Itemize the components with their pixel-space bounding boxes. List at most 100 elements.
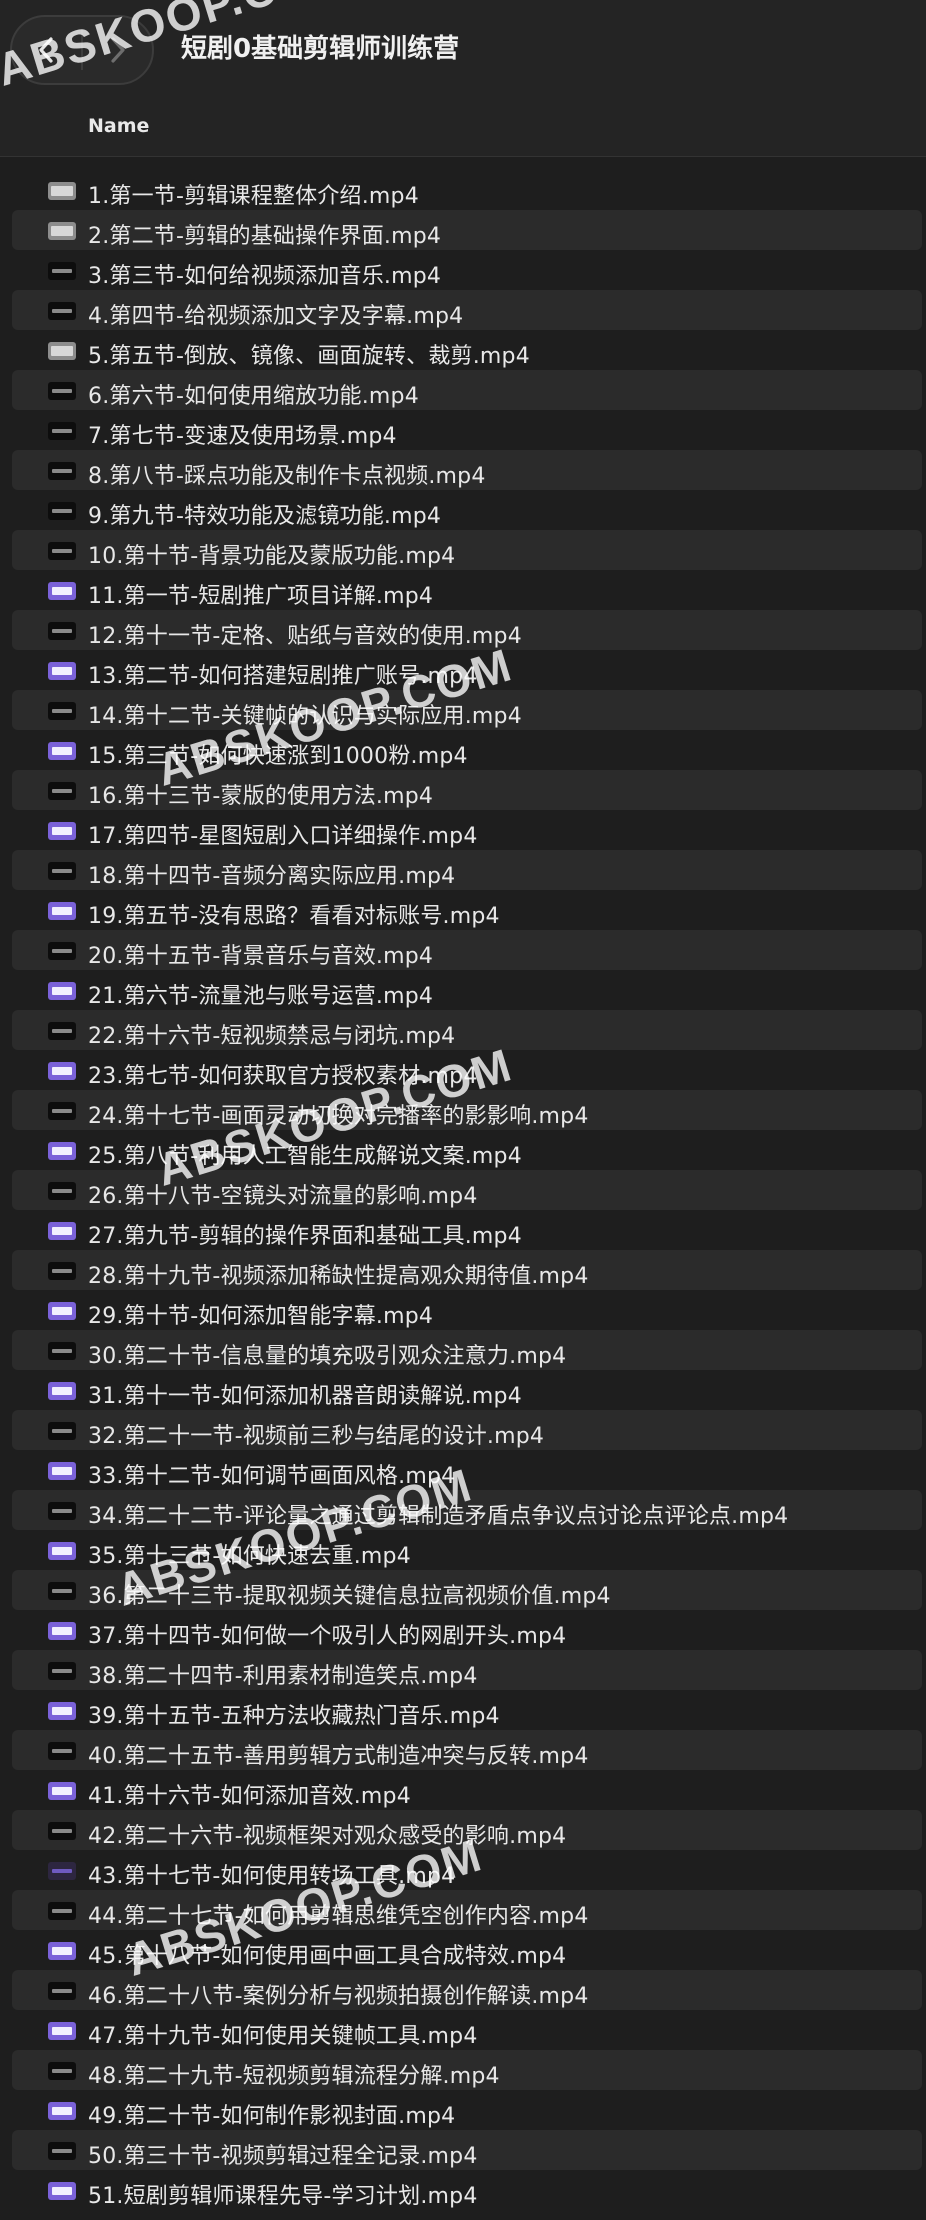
file-row[interactable]: 18.第十四节-音频分离实际应用.mp4 — [12, 850, 922, 890]
file-row[interactable]: 31.第十一节-如何添加机器音朗读解说.mp4 — [12, 1370, 922, 1410]
file-row[interactable]: 35.第十三节-如何快速去重.mp4 — [12, 1530, 922, 1570]
video-thumbnail-icon — [48, 742, 76, 760]
video-thumbnail-icon — [48, 1342, 76, 1360]
video-thumbnail-icon — [48, 1142, 76, 1160]
file-row[interactable]: 30.第二十节-信息量的填充吸引观众注意力.mp4 — [12, 1330, 922, 1370]
file-row[interactable]: 24.第十七节-画面灵动切换对完播率的影影响.mp4 — [12, 1090, 922, 1130]
file-row[interactable]: 26.第十八节-空镜头对流量的影响.mp4 — [12, 1170, 922, 1210]
file-name: 10.第十节-背景功能及蒙版功能.mp4 — [88, 544, 456, 569]
file-row[interactable]: 23.第七节-如何获取官方授权素材.mp4 — [12, 1050, 922, 1090]
file-row[interactable]: 48.第二十九节-短视频剪辑流程分解.mp4 — [12, 2050, 922, 2090]
file-row[interactable]: 12.第十一节-定格、贴纸与音效的使用.mp4 — [12, 610, 922, 650]
file-name: 9.第九节-特效功能及滤镜功能.mp4 — [88, 504, 442, 529]
video-thumbnail-icon — [48, 1462, 76, 1480]
video-thumbnail-icon — [48, 1902, 76, 1920]
video-thumbnail-icon — [48, 1502, 76, 1520]
file-row[interactable]: 47.第十九节-如何使用关键帧工具.mp4 — [12, 2010, 922, 2050]
file-row[interactable]: 32.第二十一节-视频前三秒与结尾的设计.mp4 — [12, 1410, 922, 1450]
file-row[interactable]: 41.第十六节-如何添加音效.mp4 — [12, 1770, 922, 1810]
file-name: 15.第三节-如何快速涨到1000粉.mp4 — [88, 744, 468, 769]
video-thumbnail-icon — [48, 1062, 76, 1080]
video-thumbnail-icon — [48, 222, 76, 240]
file-row[interactable]: 50.第三十节-视频剪辑过程全记录.mp4 — [12, 2130, 922, 2170]
video-thumbnail-icon — [48, 502, 76, 520]
file-row[interactable]: 14.第十二节-关键帧的认识与实际应用.mp4 — [12, 690, 922, 730]
back-button[interactable] — [12, 17, 81, 83]
file-name: 34.第二十二节-评论量之通过剪辑制造矛盾点争议点讨论点评论点.mp4 — [88, 1504, 789, 1529]
file-row[interactable]: 42.第二十六节-视频框架对观众感受的影响.mp4 — [12, 1810, 922, 1850]
file-name: 16.第十三节-蒙版的使用方法.mp4 — [88, 784, 434, 809]
column-header-name[interactable]: Name — [88, 115, 149, 137]
file-name: 5.第五节-倒放、镜像、画面旋转、裁剪.mp4 — [88, 344, 530, 369]
file-row[interactable]: 13.第二节-如何搭建短剧推广账号.mp4 — [12, 650, 922, 690]
file-name: 8.第八节-踩点功能及制作卡点视频.mp4 — [88, 464, 486, 489]
file-row[interactable]: 40.第二十五节-善用剪辑方式制造冲突与反转.mp4 — [12, 1730, 922, 1770]
video-thumbnail-icon — [48, 822, 76, 840]
file-row[interactable]: 4.第四节-给视频添加文字及字幕.mp4 — [12, 290, 922, 330]
window-title: 短剧0基础剪辑师训练营 — [181, 34, 460, 64]
file-row[interactable]: 19.第五节-没有思路？看看对标账号.mp4 — [12, 890, 922, 930]
file-row[interactable]: 46.第二十八节-案例分析与视频拍摄创作解读.mp4 — [12, 1970, 922, 2010]
video-thumbnail-icon — [48, 1542, 76, 1560]
file-row[interactable]: 33.第十二节-如何调节画面风格.mp4 — [12, 1450, 922, 1490]
file-row[interactable]: 21.第六节-流量池与账号运营.mp4 — [12, 970, 922, 1010]
file-row[interactable]: 10.第十节-背景功能及蒙版功能.mp4 — [12, 530, 922, 570]
video-thumbnail-icon — [48, 542, 76, 560]
file-row[interactable]: 22.第十六节-短视频禁忌与闭坑.mp4 — [12, 1010, 922, 1050]
file-row[interactable]: 2.第二节-剪辑的基础操作界面.mp4 — [12, 210, 922, 250]
file-row[interactable]: 49.第二十节-如何制作影视封面.mp4 — [12, 2090, 922, 2130]
file-row[interactable]: 29.第十节-如何添加智能字幕.mp4 — [12, 1290, 922, 1330]
video-thumbnail-icon — [48, 782, 76, 800]
window-toolbar: 短剧0基础剪辑师训练营 — [0, 0, 926, 100]
chevron-right-icon — [111, 37, 126, 63]
file-name: 22.第十六节-短视频禁忌与闭坑.mp4 — [88, 1024, 456, 1049]
video-thumbnail-icon — [48, 2182, 76, 2200]
file-name: 48.第二十九节-短视频剪辑流程分解.mp4 — [88, 2064, 500, 2089]
file-row[interactable]: 51.短剧剪辑师课程先导-学习计划.mp4 — [12, 2170, 922, 2210]
file-row[interactable]: 27.第九节-剪辑的操作界面和基础工具.mp4 — [12, 1210, 922, 1250]
video-thumbnail-icon — [48, 262, 76, 280]
file-row[interactable]: 16.第十三节-蒙版的使用方法.mp4 — [12, 770, 922, 810]
video-thumbnail-icon — [48, 902, 76, 920]
file-name: 46.第二十八节-案例分析与视频拍摄创作解读.mp4 — [88, 1984, 589, 2009]
video-thumbnail-icon — [48, 342, 76, 360]
file-list: 1.第一节-剪辑课程整体介绍.mp4 2.第二节-剪辑的基础操作界面.mp4 3.第… — [0, 170, 926, 2210]
file-row[interactable]: 8.第八节-踩点功能及制作卡点视频.mp4 — [12, 450, 922, 490]
file-name: 4.第四节-给视频添加文字及字幕.mp4 — [88, 304, 464, 329]
file-row[interactable]: 5.第五节-倒放、镜像、画面旋转、裁剪.mp4 — [12, 330, 922, 370]
file-row[interactable]: 15.第三节-如何快速涨到1000粉.mp4 — [12, 730, 922, 770]
file-row[interactable]: 25.第八节-利用人工智能生成解说文案.mp4 — [12, 1130, 922, 1170]
file-name: 24.第十七节-画面灵动切换对完播率的影影响.mp4 — [88, 1104, 589, 1129]
file-name: 20.第十五节-背景音乐与音效.mp4 — [88, 944, 434, 969]
file-row[interactable]: 37.第十四节-如何做一个吸引人的网剧开头.mp4 — [12, 1610, 922, 1650]
file-name: 40.第二十五节-善用剪辑方式制造冲突与反转.mp4 — [88, 1744, 589, 1769]
file-row[interactable]: 45.第十八节-如何使用画中画工具合成特效.mp4 — [12, 1930, 922, 1970]
file-row[interactable]: 39.第十五节-五种方法收藏热门音乐.mp4 — [12, 1690, 922, 1730]
file-name: 31.第十一节-如何添加机器音朗读解说.mp4 — [88, 1384, 522, 1409]
video-thumbnail-icon — [48, 1262, 76, 1280]
file-name: 17.第四节-星图短剧入口详细操作.mp4 — [88, 824, 478, 849]
video-thumbnail-icon — [48, 1022, 76, 1040]
file-row[interactable]: 34.第二十二节-评论量之通过剪辑制造矛盾点争议点讨论点评论点.mp4 — [12, 1490, 922, 1530]
video-thumbnail-icon — [48, 1382, 76, 1400]
file-row[interactable]: 28.第十九节-视频添加稀缺性提高观众期待值.mp4 — [12, 1250, 922, 1290]
file-row[interactable]: 44.第二十七节-如何用剪辑思维凭空创作内容.mp4 — [12, 1890, 922, 1930]
file-row[interactable]: 36.第二十三节-提取视频关键信息拉高视频价值.mp4 — [12, 1570, 922, 1610]
video-thumbnail-icon — [48, 1422, 76, 1440]
file-row[interactable]: 3.第三节-如何给视频添加音乐.mp4 — [12, 250, 922, 290]
file-row[interactable]: 17.第四节-星图短剧入口详细操作.mp4 — [12, 810, 922, 850]
file-row[interactable]: 20.第十五节-背景音乐与音效.mp4 — [12, 930, 922, 970]
file-row[interactable]: 6.第六节-如何使用缩放功能.mp4 — [12, 370, 922, 410]
file-row[interactable]: 38.第二十四节-利用素材制造笑点.mp4 — [12, 1650, 922, 1690]
file-row[interactable]: 43.第十七节-如何使用转场工具.mp4 — [12, 1850, 922, 1890]
file-row[interactable]: 11.第一节-短剧推广项目详解.mp4 — [12, 570, 922, 610]
column-header-bar: Name — [0, 100, 926, 157]
forward-button[interactable] — [83, 17, 152, 83]
file-row[interactable]: 1.第一节-剪辑课程整体介绍.mp4 — [12, 170, 922, 210]
video-thumbnail-icon — [48, 1942, 76, 1960]
video-thumbnail-icon — [48, 582, 76, 600]
file-row[interactable]: 9.第九节-特效功能及滤镜功能.mp4 — [12, 490, 922, 530]
video-thumbnail-icon — [48, 662, 76, 680]
file-row[interactable]: 7.第七节-变速及使用场景.mp4 — [12, 410, 922, 450]
file-name: 19.第五节-没有思路？看看对标账号.mp4 — [88, 904, 500, 929]
